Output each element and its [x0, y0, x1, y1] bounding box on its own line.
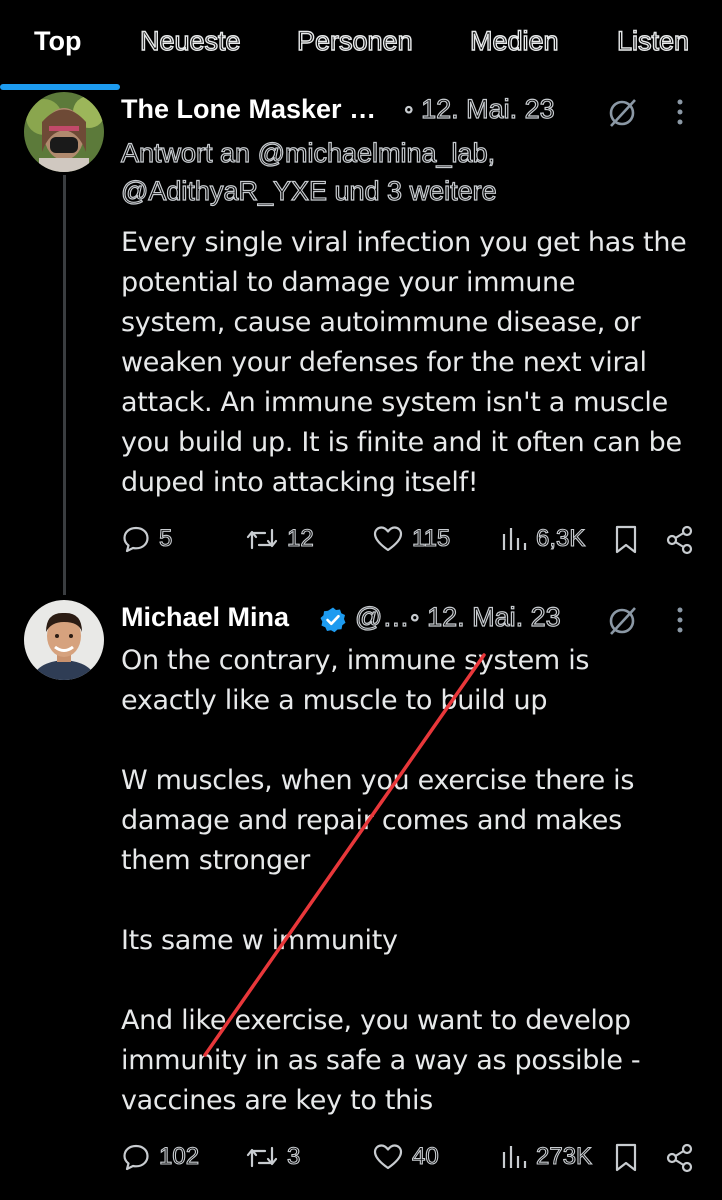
retweet-button[interactable]: 3 — [245, 1142, 301, 1172]
verified-badge-icon — [320, 607, 346, 633]
more-options-icon[interactable] — [672, 96, 688, 128]
like-button[interactable]: 40 — [372, 1142, 439, 1172]
heart-icon — [373, 1144, 403, 1170]
views-chart-icon — [502, 1146, 527, 1168]
retweet-count: 12 — [286, 524, 314, 552]
views-chart-icon — [502, 528, 527, 550]
reply-to-line-2[interactable]: @AdithyaR_YXE und 3 weitere — [120, 175, 497, 207]
tab-lists[interactable]: Listen — [616, 25, 689, 57]
heart-icon — [373, 526, 403, 552]
tweet-date[interactable]: ◦ 12. Mai. 23 — [409, 601, 561, 633]
views-count: 6,3K — [535, 524, 586, 552]
tab-bar: Top Neueste Personen Medien Listen — [0, 0, 722, 90]
tab-people[interactable]: Personen — [296, 25, 413, 57]
tweet-date[interactable]: ◦ 12. Mai. 23 — [403, 93, 555, 125]
active-tab-indicator — [0, 84, 120, 90]
reply-to-line-1[interactable]: Antwort an @michaelmina_lab, — [120, 137, 495, 169]
views-count: 273K — [535, 1142, 593, 1170]
avatar-lone-masker[interactable] — [24, 92, 104, 172]
like-count: 40 — [411, 1142, 439, 1170]
reply-button[interactable]: 102 — [121, 1142, 200, 1172]
retweet-icon — [246, 1146, 278, 1168]
views-button[interactable]: 273K — [500, 1142, 593, 1172]
grok-icon[interactable] — [605, 96, 639, 130]
reply-count: 5 — [158, 524, 173, 552]
share-icon[interactable] — [664, 1142, 696, 1174]
bookmark-icon[interactable] — [612, 1142, 640, 1174]
retweet-count: 3 — [286, 1142, 301, 1170]
reply-icon — [123, 526, 149, 553]
like-button[interactable]: 115 — [372, 524, 451, 554]
share-icon[interactable] — [664, 524, 696, 556]
thread-connector-line — [63, 175, 66, 595]
tweet-text: Every single viral infection you get has… — [121, 227, 687, 498]
avatar-michael-mina[interactable] — [24, 600, 104, 680]
tab-media[interactable]: Medien — [469, 25, 559, 57]
tab-newest[interactable]: Neueste — [139, 25, 241, 57]
reply-icon — [123, 1144, 149, 1171]
author-name[interactable]: Michael Mina — [121, 602, 289, 633]
tab-top[interactable]: Top — [34, 26, 81, 57]
grok-icon[interactable] — [605, 604, 639, 638]
tweet-text: On the contrary, immune system is exactl… — [121, 645, 641, 1116]
like-count: 115 — [411, 524, 451, 552]
author-handle[interactable]: @… — [354, 601, 410, 633]
views-button[interactable]: 6,3K — [500, 524, 586, 554]
more-options-icon[interactable] — [672, 604, 688, 636]
bookmark-icon[interactable] — [612, 524, 640, 556]
reply-count: 102 — [158, 1142, 200, 1170]
reply-button[interactable]: 5 — [121, 524, 173, 554]
retweet-button[interactable]: 12 — [245, 524, 314, 554]
retweet-icon — [246, 528, 278, 550]
author-name[interactable]: The Lone Masker … — [121, 94, 376, 125]
